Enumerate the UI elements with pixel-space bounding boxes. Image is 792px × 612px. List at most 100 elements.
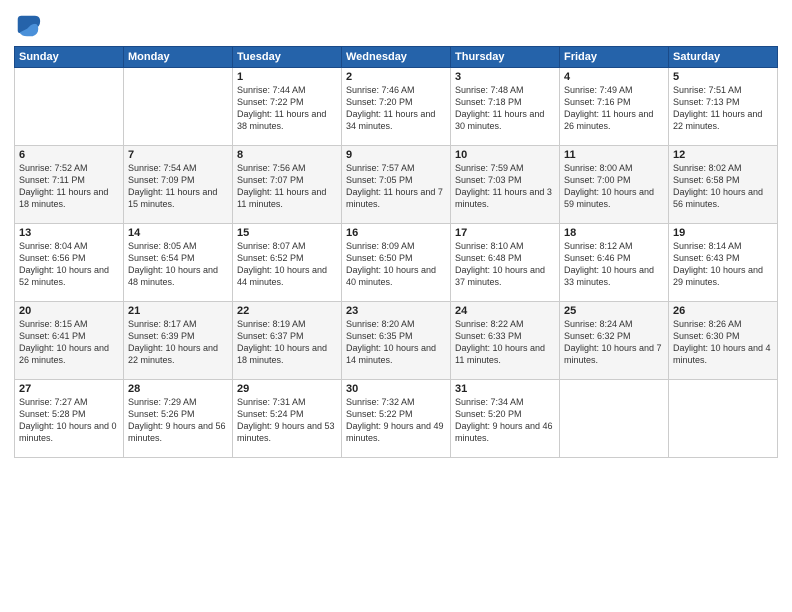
day-info: Sunrise: 8:24 AMSunset: 6:32 PMDaylight:…	[564, 318, 664, 367]
day-number: 19	[673, 227, 773, 239]
week-row-1: 1Sunrise: 7:44 AMSunset: 7:22 PMDaylight…	[15, 68, 778, 146]
day-cell: 21Sunrise: 8:17 AMSunset: 6:39 PMDayligh…	[124, 302, 233, 380]
day-number: 3	[455, 71, 555, 83]
day-info: Sunrise: 8:09 AMSunset: 6:50 PMDaylight:…	[346, 240, 446, 289]
day-info: Sunrise: 7:52 AMSunset: 7:11 PMDaylight:…	[19, 162, 119, 211]
day-cell: 13Sunrise: 8:04 AMSunset: 6:56 PMDayligh…	[15, 224, 124, 302]
week-row-4: 20Sunrise: 8:15 AMSunset: 6:41 PMDayligh…	[15, 302, 778, 380]
day-cell: 5Sunrise: 7:51 AMSunset: 7:13 PMDaylight…	[669, 68, 778, 146]
day-info: Sunrise: 8:14 AMSunset: 6:43 PMDaylight:…	[673, 240, 773, 289]
day-info: Sunrise: 8:12 AMSunset: 6:46 PMDaylight:…	[564, 240, 664, 289]
day-info: Sunrise: 8:07 AMSunset: 6:52 PMDaylight:…	[237, 240, 337, 289]
day-info: Sunrise: 7:49 AMSunset: 7:16 PMDaylight:…	[564, 84, 664, 133]
day-number: 1	[237, 71, 337, 83]
day-number: 4	[564, 71, 664, 83]
day-number: 22	[237, 305, 337, 317]
day-info: Sunrise: 8:00 AMSunset: 7:00 PMDaylight:…	[564, 162, 664, 211]
day-info: Sunrise: 7:57 AMSunset: 7:05 PMDaylight:…	[346, 162, 446, 211]
header-wednesday: Wednesday	[342, 47, 451, 68]
header-row: SundayMondayTuesdayWednesdayThursdayFrid…	[15, 47, 778, 68]
day-cell: 2Sunrise: 7:46 AMSunset: 7:20 PMDaylight…	[342, 68, 451, 146]
day-cell: 31Sunrise: 7:34 AMSunset: 5:20 PMDayligh…	[451, 380, 560, 458]
day-info: Sunrise: 7:56 AMSunset: 7:07 PMDaylight:…	[237, 162, 337, 211]
day-info: Sunrise: 8:04 AMSunset: 6:56 PMDaylight:…	[19, 240, 119, 289]
week-row-3: 13Sunrise: 8:04 AMSunset: 6:56 PMDayligh…	[15, 224, 778, 302]
day-info: Sunrise: 7:27 AMSunset: 5:28 PMDaylight:…	[19, 396, 119, 445]
header-monday: Monday	[124, 47, 233, 68]
day-info: Sunrise: 8:15 AMSunset: 6:41 PMDaylight:…	[19, 318, 119, 367]
day-number: 2	[346, 71, 446, 83]
day-cell: 7Sunrise: 7:54 AMSunset: 7:09 PMDaylight…	[124, 146, 233, 224]
day-number: 13	[19, 227, 119, 239]
day-info: Sunrise: 7:59 AMSunset: 7:03 PMDaylight:…	[455, 162, 555, 211]
day-cell: 16Sunrise: 8:09 AMSunset: 6:50 PMDayligh…	[342, 224, 451, 302]
day-cell	[560, 380, 669, 458]
day-cell: 25Sunrise: 8:24 AMSunset: 6:32 PMDayligh…	[560, 302, 669, 380]
day-number: 20	[19, 305, 119, 317]
day-number: 15	[237, 227, 337, 239]
day-info: Sunrise: 8:22 AMSunset: 6:33 PMDaylight:…	[455, 318, 555, 367]
day-number: 6	[19, 149, 119, 161]
day-number: 7	[128, 149, 228, 161]
day-cell: 12Sunrise: 8:02 AMSunset: 6:58 PMDayligh…	[669, 146, 778, 224]
logo	[14, 12, 46, 40]
day-number: 14	[128, 227, 228, 239]
logo-icon	[14, 12, 42, 40]
day-number: 24	[455, 305, 555, 317]
day-number: 5	[673, 71, 773, 83]
day-cell: 14Sunrise: 8:05 AMSunset: 6:54 PMDayligh…	[124, 224, 233, 302]
day-info: Sunrise: 7:44 AMSunset: 7:22 PMDaylight:…	[237, 84, 337, 133]
day-cell	[15, 68, 124, 146]
day-cell: 28Sunrise: 7:29 AMSunset: 5:26 PMDayligh…	[124, 380, 233, 458]
day-number: 23	[346, 305, 446, 317]
day-number: 30	[346, 383, 446, 395]
day-number: 8	[237, 149, 337, 161]
day-info: Sunrise: 8:20 AMSunset: 6:35 PMDaylight:…	[346, 318, 446, 367]
day-info: Sunrise: 8:02 AMSunset: 6:58 PMDaylight:…	[673, 162, 773, 211]
day-cell	[669, 380, 778, 458]
week-row-2: 6Sunrise: 7:52 AMSunset: 7:11 PMDaylight…	[15, 146, 778, 224]
day-info: Sunrise: 8:05 AMSunset: 6:54 PMDaylight:…	[128, 240, 228, 289]
header-thursday: Thursday	[451, 47, 560, 68]
day-number: 18	[564, 227, 664, 239]
day-cell: 17Sunrise: 8:10 AMSunset: 6:48 PMDayligh…	[451, 224, 560, 302]
day-cell: 24Sunrise: 8:22 AMSunset: 6:33 PMDayligh…	[451, 302, 560, 380]
day-number: 16	[346, 227, 446, 239]
day-number: 17	[455, 227, 555, 239]
week-row-5: 27Sunrise: 7:27 AMSunset: 5:28 PMDayligh…	[15, 380, 778, 458]
day-number: 11	[564, 149, 664, 161]
day-info: Sunrise: 7:34 AMSunset: 5:20 PMDaylight:…	[455, 396, 555, 445]
day-info: Sunrise: 7:51 AMSunset: 7:13 PMDaylight:…	[673, 84, 773, 133]
day-info: Sunrise: 7:54 AMSunset: 7:09 PMDaylight:…	[128, 162, 228, 211]
day-cell: 23Sunrise: 8:20 AMSunset: 6:35 PMDayligh…	[342, 302, 451, 380]
calendar-table: SundayMondayTuesdayWednesdayThursdayFrid…	[14, 46, 778, 458]
day-cell: 11Sunrise: 8:00 AMSunset: 7:00 PMDayligh…	[560, 146, 669, 224]
header	[14, 12, 778, 40]
day-cell: 4Sunrise: 7:49 AMSunset: 7:16 PMDaylight…	[560, 68, 669, 146]
day-info: Sunrise: 7:31 AMSunset: 5:24 PMDaylight:…	[237, 396, 337, 445]
day-number: 28	[128, 383, 228, 395]
day-info: Sunrise: 7:48 AMSunset: 7:18 PMDaylight:…	[455, 84, 555, 133]
day-number: 12	[673, 149, 773, 161]
header-friday: Friday	[560, 47, 669, 68]
day-cell: 1Sunrise: 7:44 AMSunset: 7:22 PMDaylight…	[233, 68, 342, 146]
header-sunday: Sunday	[15, 47, 124, 68]
day-number: 31	[455, 383, 555, 395]
day-info: Sunrise: 8:10 AMSunset: 6:48 PMDaylight:…	[455, 240, 555, 289]
header-tuesday: Tuesday	[233, 47, 342, 68]
day-info: Sunrise: 7:46 AMSunset: 7:20 PMDaylight:…	[346, 84, 446, 133]
day-number: 21	[128, 305, 228, 317]
day-cell: 29Sunrise: 7:31 AMSunset: 5:24 PMDayligh…	[233, 380, 342, 458]
day-cell: 8Sunrise: 7:56 AMSunset: 7:07 PMDaylight…	[233, 146, 342, 224]
header-saturday: Saturday	[669, 47, 778, 68]
day-cell: 15Sunrise: 8:07 AMSunset: 6:52 PMDayligh…	[233, 224, 342, 302]
day-cell: 30Sunrise: 7:32 AMSunset: 5:22 PMDayligh…	[342, 380, 451, 458]
day-info: Sunrise: 8:19 AMSunset: 6:37 PMDaylight:…	[237, 318, 337, 367]
day-cell: 22Sunrise: 8:19 AMSunset: 6:37 PMDayligh…	[233, 302, 342, 380]
day-cell: 27Sunrise: 7:27 AMSunset: 5:28 PMDayligh…	[15, 380, 124, 458]
day-info: Sunrise: 8:26 AMSunset: 6:30 PMDaylight:…	[673, 318, 773, 367]
day-cell: 3Sunrise: 7:48 AMSunset: 7:18 PMDaylight…	[451, 68, 560, 146]
day-cell	[124, 68, 233, 146]
day-number: 25	[564, 305, 664, 317]
day-cell: 26Sunrise: 8:26 AMSunset: 6:30 PMDayligh…	[669, 302, 778, 380]
